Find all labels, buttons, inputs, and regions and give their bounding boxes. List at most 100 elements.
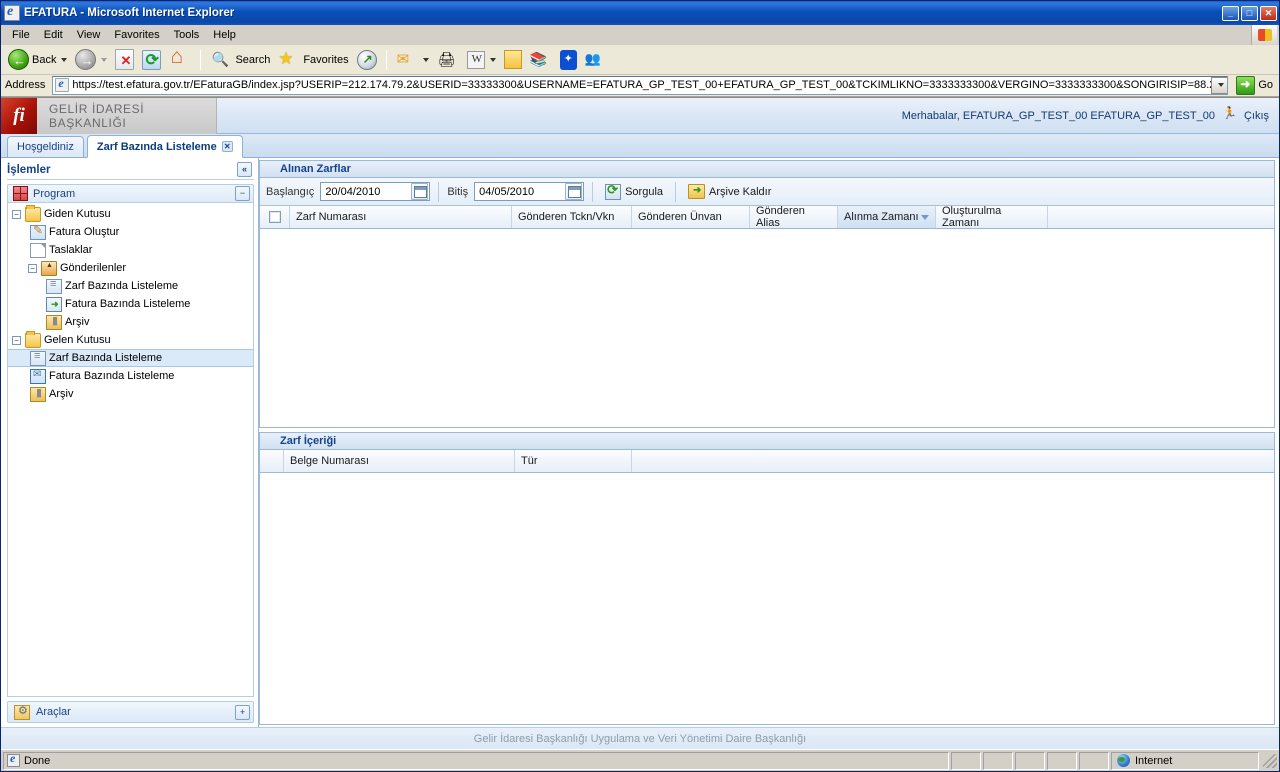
column-label: Oluşturulma Zamanı bbox=[942, 205, 1002, 229]
sidebar-item-gonderilen-fatura-listeleme[interactable]: Fatura Bazında Listeleme bbox=[8, 295, 253, 313]
end-date-calendar-icon[interactable] bbox=[565, 183, 583, 200]
main-grid-body[interactable] bbox=[260, 229, 1274, 427]
sidebar-item-gonderilen-arsiv[interactable]: Arşiv bbox=[8, 313, 253, 331]
sort-descending-icon[interactable] bbox=[921, 214, 929, 220]
favorites-label: Favorites bbox=[303, 53, 349, 66]
security-zone[interactable]: Internet bbox=[1111, 751, 1259, 770]
expander-icon[interactable]: − bbox=[12, 335, 21, 345]
minimize-button[interactable]: _ bbox=[1222, 5, 1239, 21]
column-gonderen-unvan[interactable]: Gönderen Ünvan bbox=[632, 206, 750, 228]
tab-zarf-bazinda-listeleme[interactable]: Zarf Bazında Listeleme ✕ bbox=[86, 135, 243, 158]
close-button[interactable]: ✕ bbox=[1260, 5, 1277, 21]
program-panel-header[interactable]: Program − bbox=[7, 184, 254, 203]
sidebar-item-gonderilen-zarf-listeleme[interactable]: Zarf Bazında Listeleme bbox=[8, 277, 253, 295]
menu-favorites[interactable]: Favorites bbox=[107, 27, 166, 43]
arsive-kaldir-button[interactable]: Arşive Kaldır bbox=[684, 182, 775, 201]
column-tur[interactable]: Tür bbox=[515, 450, 632, 472]
research-books-icon bbox=[530, 49, 552, 71]
menu-edit[interactable]: Edit bbox=[37, 27, 70, 43]
star-icon bbox=[278, 49, 300, 71]
forward-button[interactable]: → bbox=[72, 47, 110, 73]
favorites-button[interactable]: Favorites bbox=[275, 47, 351, 73]
column-gonderen-tckn-vkn[interactable]: Gönderen Tckn/Vkn bbox=[512, 206, 632, 228]
start-date-input[interactable] bbox=[321, 183, 412, 200]
address-label: Address bbox=[5, 79, 46, 91]
select-all-header[interactable] bbox=[260, 206, 290, 228]
stop-icon bbox=[115, 49, 135, 70]
sidebar-item-fatura-olustur[interactable]: Fatura Oluştur bbox=[8, 223, 253, 241]
mail-caret-icon[interactable] bbox=[422, 57, 429, 62]
end-date-input[interactable] bbox=[475, 183, 566, 200]
back-button[interactable]: ← Back bbox=[5, 47, 70, 73]
archive-icon bbox=[46, 314, 62, 330]
menu-file[interactable]: File bbox=[5, 27, 37, 43]
column-alinma-zamani[interactable]: Alınma Zamanı bbox=[838, 206, 936, 228]
envelope-list-icon bbox=[46, 278, 62, 294]
edit-caret-icon[interactable] bbox=[489, 57, 496, 62]
sidebar-item-gelen-arsiv[interactable]: Arşiv bbox=[8, 385, 253, 403]
sidebar-item-label: Fatura Bazında Listeleme bbox=[65, 298, 191, 310]
tab-close-icon[interactable]: ✕ bbox=[221, 141, 233, 152]
sidebar-item-gelen-zarf-listeleme[interactable]: Zarf Bazında Listeleme bbox=[8, 349, 253, 367]
sidebar-item-giden-kutusu[interactable]: − Giden Kutusu bbox=[8, 204, 253, 223]
column-belge-numarasi[interactable]: Belge Numarası bbox=[284, 450, 515, 472]
sorgula-button[interactable]: Sorgula bbox=[601, 182, 667, 202]
forward-history-caret-icon[interactable] bbox=[101, 57, 108, 62]
maximize-button[interactable]: □ bbox=[1241, 5, 1258, 21]
home-button[interactable] bbox=[166, 45, 194, 73]
resize-grip[interactable] bbox=[1263, 753, 1277, 768]
sidebar-item-gelen-kutusu[interactable]: − Gelen Kutusu bbox=[8, 330, 253, 349]
column-gonderen-alias[interactable]: Gönderen Alias bbox=[750, 205, 838, 229]
sidebar-item-taslaklar[interactable]: Taslaklar bbox=[8, 241, 253, 259]
menu-bar: File Edit View Favorites Tools Help bbox=[1, 25, 1279, 45]
status-cell-2 bbox=[983, 751, 1013, 770]
program-collapse-button[interactable]: − bbox=[235, 186, 250, 201]
print-button[interactable] bbox=[434, 47, 462, 73]
refresh-button[interactable] bbox=[139, 47, 164, 73]
menu-help[interactable]: Help bbox=[206, 27, 243, 43]
logout-link[interactable]: Çıkış bbox=[1244, 110, 1269, 122]
bluetooth-button[interactable] bbox=[557, 47, 580, 73]
messenger-button[interactable] bbox=[582, 47, 610, 73]
end-date-field[interactable] bbox=[474, 182, 585, 201]
column-zarf-numarasi[interactable]: Zarf Numarası bbox=[290, 206, 512, 228]
search-button[interactable]: Search bbox=[207, 47, 273, 73]
archive-move-icon bbox=[688, 184, 706, 199]
address-input[interactable]: https://test.efatura.gov.tr/EFaturaGB/in… bbox=[52, 75, 1229, 95]
detail-grid-body[interactable] bbox=[260, 473, 1274, 724]
column-olusturulma-zamani[interactable]: Oluşturulma Zamanı bbox=[936, 205, 1048, 229]
menu-tools[interactable]: Tools bbox=[167, 27, 207, 43]
back-history-caret-icon[interactable] bbox=[61, 57, 68, 62]
folder-icon bbox=[25, 330, 41, 348]
column-label: Zarf Numarası bbox=[296, 211, 367, 223]
edit-button[interactable] bbox=[464, 47, 499, 73]
sidebar-collapse-button[interactable]: « bbox=[237, 162, 252, 177]
expander-icon[interactable]: − bbox=[28, 263, 37, 273]
tab-hosgeldiniz[interactable]: Hoşgeldiniz bbox=[7, 136, 84, 157]
start-date-field[interactable] bbox=[320, 182, 431, 201]
sidebar-item-label: Giden Kutusu bbox=[44, 208, 111, 220]
start-date-calendar-icon[interactable] bbox=[411, 183, 429, 200]
sidebar-item-label: Zarf Bazında Listeleme bbox=[49, 352, 163, 364]
mail-button[interactable] bbox=[393, 47, 432, 73]
media-button[interactable] bbox=[354, 47, 380, 73]
status-ie-icon bbox=[7, 751, 20, 767]
gib-logo-icon: fi bbox=[1, 98, 37, 134]
globe-icon bbox=[1117, 754, 1130, 767]
tools-expand-button[interactable]: + bbox=[235, 704, 250, 720]
note-icon bbox=[503, 50, 522, 69]
menu-view[interactable]: View bbox=[70, 27, 108, 43]
address-dropdown-button[interactable] bbox=[1211, 76, 1228, 94]
tools-panel-header[interactable]: Araçlar + bbox=[7, 701, 254, 723]
sidebar-item-gelen-fatura-listeleme[interactable]: Fatura Bazında Listeleme bbox=[8, 367, 253, 385]
header-user-area: Merhabalar, EFATURA_GP_TEST_00 EFATURA_G… bbox=[217, 106, 1279, 122]
sidebar-item-gonderilenler[interactable]: − Gönderilenler bbox=[8, 259, 253, 277]
research-button[interactable] bbox=[527, 47, 555, 73]
expander-icon[interactable]: − bbox=[12, 209, 21, 219]
go-button[interactable]: Go bbox=[1231, 75, 1277, 95]
status-message-area: Done bbox=[3, 751, 949, 770]
notes-button[interactable] bbox=[501, 47, 525, 73]
select-all-checkbox[interactable] bbox=[268, 211, 281, 223]
stop-button[interactable] bbox=[112, 47, 137, 73]
status-cell-5 bbox=[1079, 751, 1109, 770]
